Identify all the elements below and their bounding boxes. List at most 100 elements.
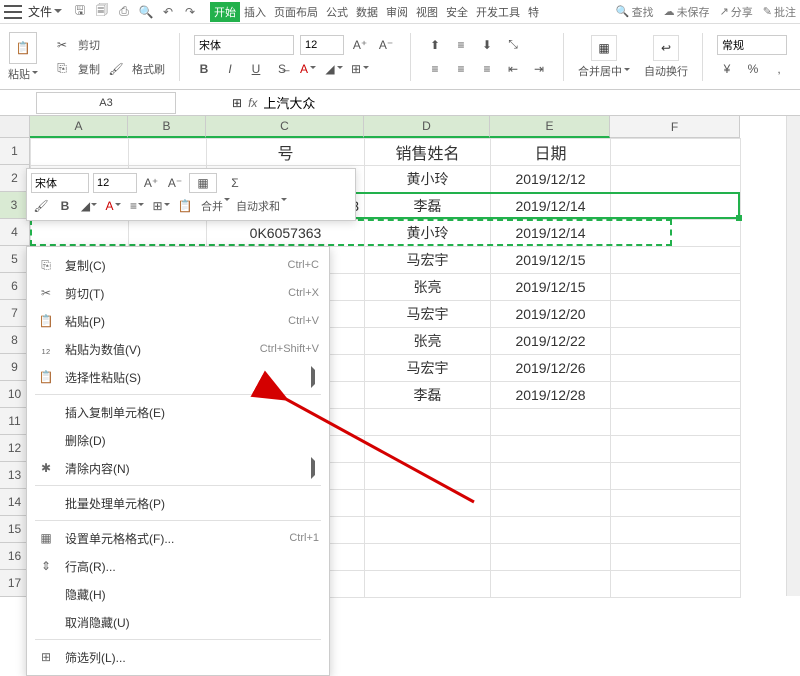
mini-font-color-icon[interactable]: A xyxy=(103,196,123,216)
cell[interactable] xyxy=(31,220,129,247)
cell[interactable] xyxy=(365,463,491,490)
menu-item[interactable]: 删除(D) xyxy=(27,426,329,454)
mini-autosum-label[interactable]: 自动求和 xyxy=(236,198,287,214)
tab-insert[interactable]: 插入 xyxy=(240,2,270,22)
mini-format-painter-icon[interactable]: 🖌 xyxy=(31,196,51,216)
row-header-4[interactable]: 4 xyxy=(0,219,30,246)
menu-item[interactable]: 📋选择性粘贴(S) xyxy=(27,363,329,391)
menu-item[interactable]: ✂剪切(T)Ctrl+X xyxy=(27,279,329,307)
name-box[interactable]: A3 xyxy=(36,92,176,114)
mini-font-size[interactable] xyxy=(93,173,137,193)
mini-decrease-font-icon[interactable]: A⁻ xyxy=(165,173,185,193)
row-header-1[interactable]: 1 xyxy=(0,138,30,165)
col-header-d[interactable]: D xyxy=(364,116,490,138)
cell[interactable]: 2019/12/14 xyxy=(491,193,611,220)
tab-formula[interactable]: 公式 xyxy=(322,2,352,22)
mini-merge-icon[interactable]: ▦ xyxy=(189,173,217,193)
cell[interactable] xyxy=(491,409,611,436)
cell[interactable]: 2019/12/14 xyxy=(491,220,611,247)
col-header-a[interactable]: A xyxy=(30,116,128,138)
increase-font-icon[interactable]: A⁺ xyxy=(350,35,370,55)
search-button[interactable]: 🔍 查找 xyxy=(616,4,654,20)
cell[interactable] xyxy=(611,328,741,355)
undo-icon[interactable]: ↶ xyxy=(160,4,176,20)
menu-item[interactable]: 取消隐藏(U) xyxy=(27,608,329,636)
underline-icon[interactable]: U xyxy=(246,59,266,79)
menu-item[interactable]: 插入复制单元格(E) xyxy=(27,398,329,426)
file-menu[interactable]: 文件 xyxy=(28,3,62,20)
share-button[interactable]: ↗ 分享 xyxy=(720,4,753,20)
save-as-icon[interactable]: 🗐 xyxy=(94,4,110,20)
cell[interactable]: 销售姓名 xyxy=(365,139,491,166)
app-menu-icon[interactable] xyxy=(4,5,22,19)
select-all-corner[interactable] xyxy=(0,116,30,138)
cell[interactable] xyxy=(611,463,741,490)
cell[interactable]: 2019/12/15 xyxy=(491,274,611,301)
col-header-b[interactable]: B xyxy=(128,116,206,138)
mini-font-name[interactable] xyxy=(31,173,89,193)
cell[interactable]: 李磊 xyxy=(365,382,491,409)
menu-item[interactable]: ₁₂粘贴为数值(V)Ctrl+Shift+V xyxy=(27,335,329,363)
insert-function-icon[interactable]: ⊞ xyxy=(232,96,242,110)
cell[interactable] xyxy=(611,571,741,598)
menu-item[interactable]: ⎘复制(C)Ctrl+C xyxy=(27,251,329,279)
formula-input[interactable] xyxy=(263,95,663,110)
cell[interactable] xyxy=(611,247,741,274)
cell[interactable] xyxy=(129,220,207,247)
cell[interactable] xyxy=(611,382,741,409)
cell[interactable] xyxy=(365,517,491,544)
mini-paste-icon[interactable]: 📋 xyxy=(175,196,195,216)
tab-page-layout[interactable]: 页面布局 xyxy=(270,2,322,22)
col-header-c[interactable]: C xyxy=(206,116,364,138)
italic-icon[interactable]: I xyxy=(220,59,240,79)
cell[interactable] xyxy=(365,571,491,598)
cell[interactable]: 2019/12/15 xyxy=(491,247,611,274)
col-header-e[interactable]: E xyxy=(490,116,610,138)
paste-button[interactable]: 📋 xyxy=(9,32,37,64)
cell[interactable] xyxy=(365,490,491,517)
cell[interactable] xyxy=(611,490,741,517)
cell[interactable] xyxy=(129,139,207,166)
cell[interactable]: 0K6057363 xyxy=(207,220,365,247)
col-header-f[interactable]: F xyxy=(610,116,740,138)
cell[interactable] xyxy=(365,409,491,436)
align-right-icon[interactable]: ≡ xyxy=(477,59,497,79)
percent-icon[interactable]: % xyxy=(743,59,763,79)
comment-button[interactable]: ✎ 批注 xyxy=(763,4,796,20)
cell[interactable] xyxy=(611,517,741,544)
tab-more[interactable]: 特 xyxy=(524,2,543,22)
cell[interactable]: 2019/12/12 xyxy=(491,166,611,193)
cell[interactable] xyxy=(491,544,611,571)
cell[interactable]: 2019/12/20 xyxy=(491,301,611,328)
fx-icon[interactable]: fx xyxy=(248,96,257,110)
cell[interactable] xyxy=(491,463,611,490)
menu-item[interactable]: ⊞筛选列(L)... xyxy=(27,643,329,671)
vertical-scrollbar[interactable] xyxy=(786,116,800,596)
cell[interactable] xyxy=(611,355,741,382)
cell[interactable] xyxy=(611,193,741,220)
mini-fill-icon[interactable]: ◢ xyxy=(79,196,99,216)
cell[interactable]: 号 xyxy=(207,139,365,166)
orientation-icon[interactable]: ⤡ xyxy=(503,35,523,55)
merge-center-label[interactable]: 合并居中 xyxy=(578,63,630,79)
border-icon[interactable]: ⊞ xyxy=(350,59,370,79)
cell[interactable] xyxy=(491,571,611,598)
cell[interactable] xyxy=(31,139,129,166)
cell[interactable]: 马宏宇 xyxy=(365,247,491,274)
menu-item[interactable]: 📋粘贴(P)Ctrl+V xyxy=(27,307,329,335)
fill-color-icon[interactable]: ◢ xyxy=(324,59,344,79)
unsaved-indicator[interactable]: ☁ 未保存 xyxy=(664,4,710,20)
cell[interactable]: 马宏宇 xyxy=(365,355,491,382)
align-middle-icon[interactable]: ≡ xyxy=(451,35,471,55)
align-center-icon[interactable]: ≡ xyxy=(451,59,471,79)
align-bottom-icon[interactable]: ⬇ xyxy=(477,35,497,55)
cell[interactable]: 2019/12/22 xyxy=(491,328,611,355)
cell[interactable]: 张亮 xyxy=(365,274,491,301)
font-color-icon[interactable]: A xyxy=(298,59,318,79)
cell[interactable] xyxy=(611,436,741,463)
menu-item[interactable]: 批量处理单元格(P) xyxy=(27,489,329,517)
save-icon[interactable]: 🖫 xyxy=(72,4,88,20)
mini-increase-font-icon[interactable]: A⁺ xyxy=(141,173,161,193)
cell[interactable] xyxy=(491,517,611,544)
font-name-combo[interactable] xyxy=(194,35,294,55)
